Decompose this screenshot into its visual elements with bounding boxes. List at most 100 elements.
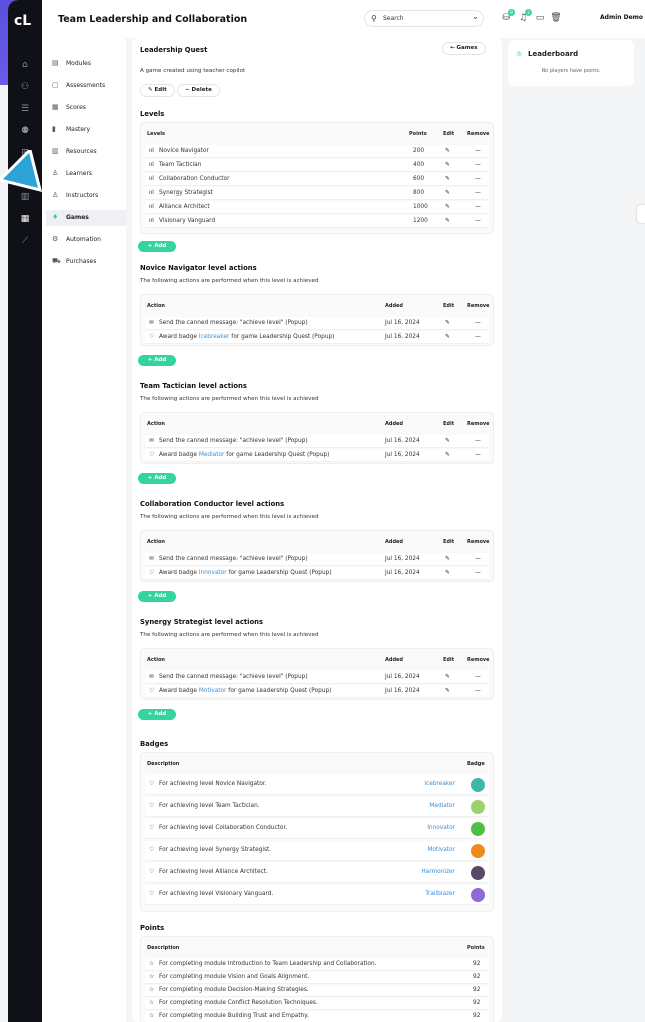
remove-icon[interactable]: — [475,452,481,458]
table-row: ııl Synergy Strategist 800 ✎ — [145,187,489,200]
sidebar-item-purchases[interactable]: ⛟ Purchases [46,254,126,270]
sidebar-item-modules[interactable]: ▤ Modules [46,56,126,72]
table-row: ☆ For completing module Introduction to T… [145,959,489,971]
actions-table: Action Added Edit Remove ✉ Send the canned me… [140,648,494,700]
shield-icon: ♡ [149,570,155,576]
trash-icon[interactable]: 🗑 [550,12,562,24]
edit-icon[interactable]: ✎ [445,674,450,680]
user-name[interactable]: Admin Demo [600,14,643,21]
col-header: Edit [443,303,455,309]
points-value: 92 [473,987,481,993]
search-input[interactable]: ⚲ Search [364,10,484,27]
badge-name-link[interactable]: Harmonizer [421,869,455,875]
edit-icon[interactable]: ✎ [445,162,450,168]
edit-icon[interactable]: ✎ [445,570,450,576]
star-icon: ☆ [149,1000,155,1006]
mail-icon: ✉ [149,556,154,562]
remove-icon[interactable]: — [475,218,481,224]
edit-icon[interactable]: ✎ [445,148,450,154]
edit-icon[interactable]: ✎ [445,320,450,326]
edit-icon[interactable]: ✎ [445,688,450,694]
remove-icon[interactable]: — [475,176,481,182]
sidebar-item-label: Automation [66,236,101,243]
back-to-games-button[interactable]: ← Games [442,42,486,55]
signal-icon: ııl [149,190,154,196]
home-icon[interactable]: ⌂ [18,58,32,72]
badge-image [471,844,485,858]
col-remove: Remove [467,131,490,137]
add-action-button[interactable]: + Add [138,355,176,366]
award-suffix: for game Leadership Quest (Popup) [224,452,330,458]
shield-icon: ♡ [149,781,155,787]
action-text: Award badge Innovator for game Leadershi… [159,570,332,576]
action-text: Award badge Mediator for game Leadership… [159,452,329,458]
action-text: Award badge Icebreaker for game Leadersh… [159,334,334,340]
coins-icon[interactable]: ⛁ 9 [500,9,515,24]
badge-name-link[interactable]: Motivator [427,847,455,853]
chevron-down-icon[interactable]: ⌄ [472,12,479,21]
app-logo[interactable]: cL [14,14,36,28]
edit-icon[interactable]: ✎ [445,190,450,196]
add-action-button[interactable]: + Add [138,591,176,602]
edit-icon[interactable]: ✎ [445,438,450,444]
edit-icon[interactable]: ✎ [445,452,450,458]
remove-icon[interactable]: — [475,148,481,154]
remove-icon[interactable]: — [475,674,481,680]
sidebar-item-scores[interactable]: ▦ Scores [46,100,126,116]
sidebar-item-label: Assessments [66,82,106,89]
col-description: Description [147,761,180,767]
edit-icon[interactable]: ✎ [445,556,450,562]
assessments-icon: ▢ [52,81,59,89]
network-icon[interactable]: ⚇ [18,80,32,94]
remove-icon[interactable]: — [475,162,481,168]
calendar-icon[interactable]: ▭ [534,12,546,24]
edit-icon[interactable]: ✎ [445,218,450,224]
table-row: ♡ For achieving level Novice Navigator. Ic… [145,775,489,795]
badge-name-link[interactable]: Mediator [429,803,455,809]
leaderboard-empty: No players have points. [541,68,601,74]
level-actions-subtitle: The following actions are performed when… [140,632,319,638]
remove-icon[interactable]: — [475,334,481,340]
col-header: Added [385,539,403,545]
edit-icon[interactable]: ✎ [445,176,450,182]
action-date: Jul 16, 2024 [385,570,420,576]
award-suffix: for game Leadership Quest (Popup) [226,570,332,576]
sidebar-item-automation[interactable]: ⚙ Automation [46,232,126,248]
badge-link[interactable]: Innovator [199,570,227,576]
remove-icon[interactable]: — [475,438,481,444]
badge-link[interactable]: Mediator [199,452,225,458]
sidebar-item-label: Resources [66,148,97,155]
col-header: Remove [467,539,490,545]
badge-name-link[interactable]: Innovator [427,825,455,831]
remove-icon[interactable]: — [475,556,481,562]
badge-name-link[interactable]: Icebreaker [424,781,455,787]
collapse-tab[interactable] [637,205,645,223]
back-label: Games [456,45,478,51]
users-icon[interactable]: ⚉ [18,124,32,138]
badge-name-link[interactable]: Trailblazer [425,891,455,897]
edit-button[interactable]: ✎ Edit [140,84,175,97]
add-level-button[interactable]: + Add [138,241,176,252]
add-action-button[interactable]: + Add [138,473,176,484]
remove-icon[interactable]: — [475,204,481,210]
mail-icon: ✉ [149,438,154,444]
badge-description: For achieving level Synergy Strategist. [159,847,272,853]
remove-icon[interactable]: — [475,320,481,326]
remove-icon[interactable]: — [475,570,481,576]
sidebar-item-assessments[interactable]: ▢ Assessments [46,78,126,94]
remove-icon[interactable]: — [475,190,481,196]
delete-button[interactable]: − Delete [177,84,220,97]
sidebar-item-mastery[interactable]: ▮ Mastery [46,122,126,138]
edit-icon[interactable]: ✎ [445,204,450,210]
chart-icon[interactable]: ⟋ [18,234,32,248]
badges-table-header: Description Badge [141,753,493,775]
shield-icon: ♡ [149,869,155,875]
badge-image [471,888,485,902]
edit-icon[interactable]: ✎ [445,334,450,340]
list-icon[interactable]: ☰ [18,102,32,116]
add-action-button[interactable]: + Add [138,709,176,720]
notifications-icon[interactable]: ♫ 2 [517,9,532,24]
badge-link[interactable]: Motivator [199,688,227,694]
remove-icon[interactable]: — [475,688,481,694]
badge-link[interactable]: Icebreaker [199,334,230,340]
